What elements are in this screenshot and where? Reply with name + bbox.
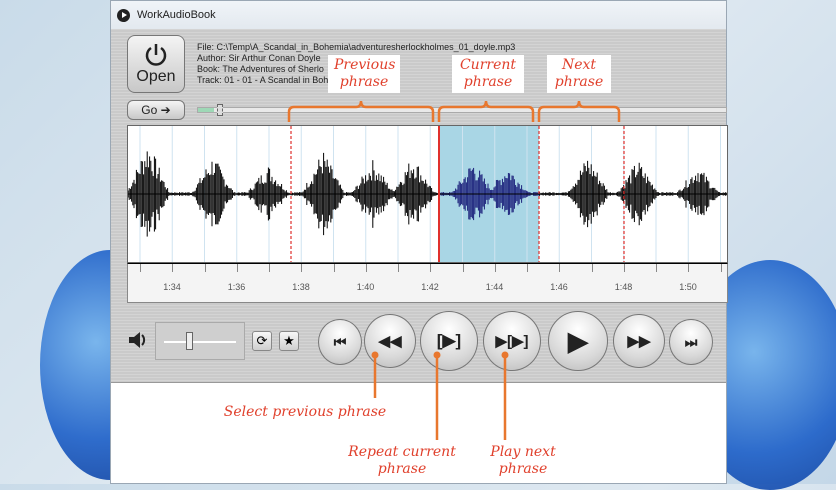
- annotation-repeat-current: Repeat current phrase: [348, 444, 456, 477]
- annotation-previous-phrase: Previous phrase: [328, 55, 400, 93]
- annotation-overlay: [287, 100, 621, 440]
- annotation-current-phrase: Current phrase: [452, 55, 524, 93]
- annotation-play-next: Play next phrase: [490, 444, 556, 477]
- annotation-select-previous: Select previous phrase: [223, 404, 387, 420]
- annotation-next-phrase: Next phrase: [547, 55, 611, 93]
